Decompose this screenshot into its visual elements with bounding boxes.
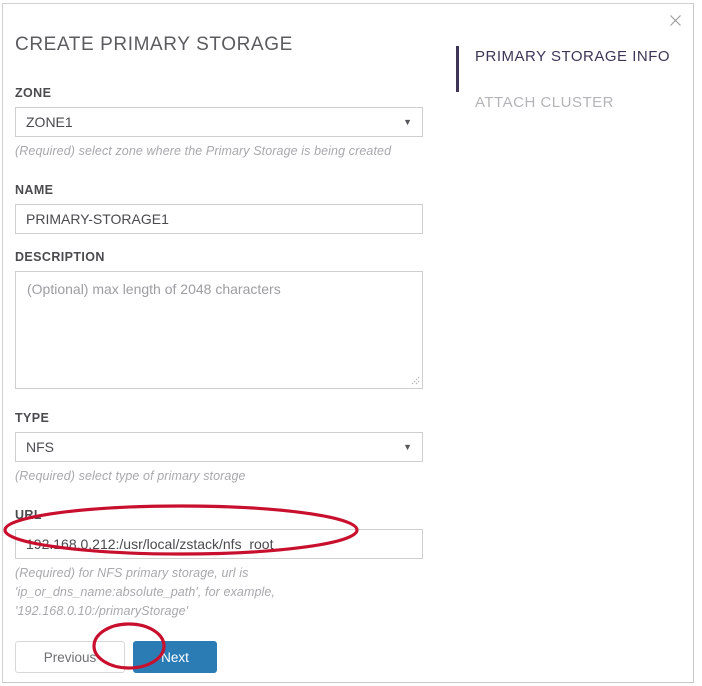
- name-label: NAME: [15, 183, 54, 197]
- description-textarea[interactable]: (Optional) max length of 2048 characters: [15, 271, 423, 389]
- step-attach-cluster-label: ATTACH CLUSTER: [475, 94, 614, 111]
- next-button[interactable]: Next: [133, 641, 217, 673]
- type-hint: (Required) select type of primary storag…: [15, 469, 246, 483]
- url-input-value: 192.168.0.212:/usr/local/zstack/nfs_root: [26, 536, 274, 552]
- zone-hint: (Required) select zone where the Primary…: [15, 144, 392, 158]
- chevron-down-icon: ▼: [403, 116, 412, 127]
- type-select-value: NFS: [26, 439, 54, 455]
- name-input-value: PRIMARY-STORAGE1: [26, 211, 169, 227]
- field-name: NAME PRIMARY-STORAGE1: [15, 183, 435, 234]
- button-row: Previous Next: [15, 641, 435, 673]
- url-hint-line-3: '192.168.0.10:/primaryStorage': [15, 604, 189, 618]
- url-hint-line-1: (Required) for NFS primary storage, url …: [15, 566, 249, 580]
- previous-button[interactable]: Previous: [15, 641, 125, 673]
- field-zone: ZONE ZONE1 ▼ (Required) select zone wher…: [15, 86, 435, 161]
- url-input[interactable]: 192.168.0.212:/usr/local/zstack/nfs_root: [15, 529, 423, 559]
- form-column: CREATE PRIMARY STORAGE ZONE ZONE1 ▼ (Req…: [15, 34, 435, 673]
- resize-handle-icon[interactable]: [408, 374, 420, 386]
- description-label: DESCRIPTION: [15, 250, 105, 264]
- field-description: DESCRIPTION (Optional) max length of 204…: [15, 250, 435, 389]
- chevron-down-icon: ▼: [403, 441, 412, 452]
- create-primary-storage-dialog: CREATE PRIMARY STORAGE ZONE ZONE1 ▼ (Req…: [2, 3, 694, 683]
- wizard-steps: PRIMARY STORAGE INFO ATTACH CLUSTER: [453, 46, 683, 114]
- step-primary-storage-info[interactable]: PRIMARY STORAGE INFO: [453, 46, 683, 92]
- url-hint-line-2: 'ip_or_dns_name:absolute_path', for exam…: [15, 585, 276, 599]
- step-attach-cluster[interactable]: ATTACH CLUSTER: [453, 92, 683, 114]
- type-label: TYPE: [15, 411, 50, 425]
- type-select[interactable]: NFS ▼: [15, 432, 423, 462]
- step-primary-storage-info-label: PRIMARY STORAGE INFO: [475, 48, 671, 65]
- close-glyph: [669, 14, 681, 26]
- description-placeholder: (Optional) max length of 2048 characters: [27, 281, 281, 297]
- page-title: CREATE PRIMARY STORAGE: [15, 34, 293, 55]
- close-icon[interactable]: [664, 9, 686, 31]
- zone-select[interactable]: ZONE1 ▼: [15, 107, 423, 137]
- field-url: URL 192.168.0.212:/usr/local/zstack/nfs_…: [15, 508, 435, 621]
- zone-select-value: ZONE1: [26, 114, 73, 130]
- url-label: URL: [15, 508, 42, 522]
- name-input[interactable]: PRIMARY-STORAGE1: [15, 204, 423, 234]
- field-type: TYPE NFS ▼ (Required) select type of pri…: [15, 411, 435, 486]
- url-hint: (Required) for NFS primary storage, url …: [15, 564, 435, 621]
- zone-label: ZONE: [15, 86, 52, 100]
